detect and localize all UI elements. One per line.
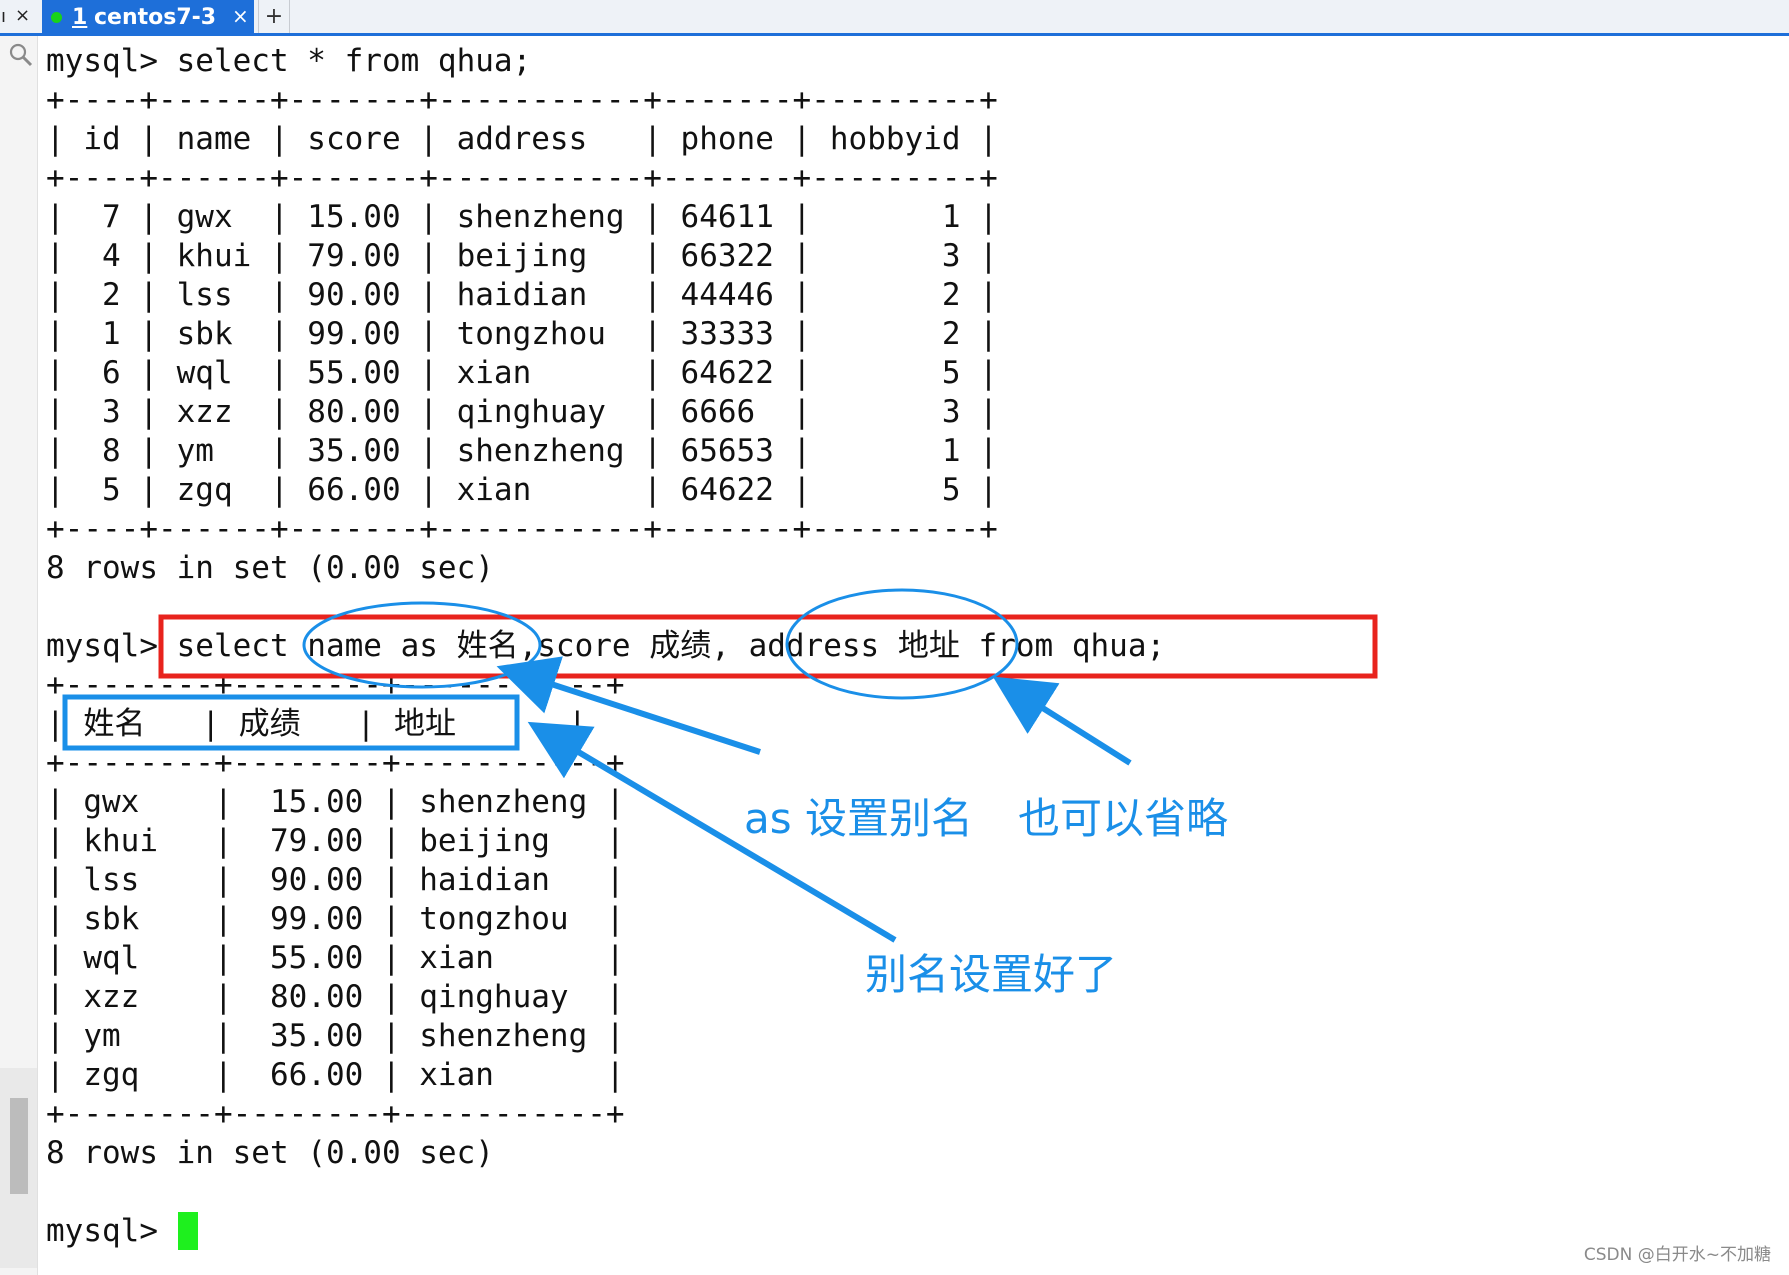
tab-left-stub[interactable]: ı ×: [0, 0, 38, 33]
terminal-line: | zgq | 66.00 | xian |: [46, 1057, 625, 1093]
terminal-line: +--------+--------+-----------+: [46, 745, 625, 781]
terminal-line: | lss | 90.00 | haidian |: [46, 862, 625, 898]
terminal-line: | wql | 55.00 | xian |: [46, 940, 625, 976]
terminal-prompt: mysql>: [46, 1213, 177, 1249]
tab-centos7-3[interactable]: 1 centos7-3 ×: [42, 0, 254, 36]
search-icon[interactable]: [8, 42, 34, 68]
terminal-line: | khui | 79.00 | beijing |: [46, 823, 625, 859]
annotation-can-omit: 也可以省略: [1018, 794, 1229, 843]
terminal-line: | xzz | 80.00 | qinghuay |: [46, 979, 625, 1015]
terminal-line: | 3 | xzz | 80.00 | qinghuay | 6666 | 3 …: [46, 394, 998, 430]
terminal-line: 8 rows in set (0.00 sec): [46, 550, 494, 586]
terminal-line: | gwx | 15.00 | shenzheng |: [46, 784, 625, 820]
tab-close-icon[interactable]: ×: [232, 4, 249, 28]
watermark: CSDN @白开水~不加糖: [1583, 1245, 1771, 1265]
terminal-line: 8 rows in set (0.00 sec): [46, 1135, 494, 1171]
tab-bar: ı × 1 centos7-3 × +: [0, 0, 1789, 36]
tab-left-mark: ı: [1, 6, 7, 27]
terminal-line: mysql> select name as 姓名,score 成绩, addre…: [46, 628, 1166, 664]
terminal-line: +----+------+-------+-----------+-------…: [46, 160, 998, 196]
terminal-line: | 4 | khui | 79.00 | beijing | 66322 | 3…: [46, 238, 998, 274]
terminal-line: | 姓名 | 成绩 | 地址 |: [46, 706, 587, 742]
left-gutter: [0, 36, 38, 1275]
terminal-line: +----+------+-------+-----------+-------…: [46, 82, 998, 118]
terminal-line: | 8 | ym | 35.00 | shenzheng | 65653 | 1…: [46, 433, 998, 469]
terminal-line: +----+------+-------+-----------+-------…: [46, 511, 998, 547]
terminal-line: | id | name | score | address | phone | …: [46, 121, 998, 157]
scrollbar-thumb[interactable]: [10, 1098, 28, 1194]
close-icon[interactable]: ×: [15, 5, 30, 26]
terminal-line: | 1 | sbk | 99.00 | tongzhou | 33333 | 2…: [46, 316, 998, 352]
terminal-line: | 2 | lss | 90.00 | haidian | 44446 | 2 …: [46, 277, 998, 313]
terminal-line: | sbk | 99.00 | tongzhou |: [46, 901, 625, 937]
terminal-line: mysql> select * from qhua;: [46, 43, 532, 79]
terminal-line: +--------+--------+-----------+: [46, 1096, 625, 1132]
connected-status-icon: [51, 12, 62, 23]
new-tab-button[interactable]: +: [258, 0, 290, 33]
annotation-as-alias: as 设置别名: [744, 794, 973, 843]
terminal-line: | 5 | zgq | 66.00 | xian | 64622 | 5 |: [46, 472, 998, 508]
tab-title: centos7-3: [94, 5, 217, 30]
terminal-line: | 6 | wql | 55.00 | xian | 64622 | 5 |: [46, 355, 998, 391]
arrow-can-omit: [992, 676, 1132, 766]
tab-number: 1: [72, 5, 88, 30]
terminal-cursor: [178, 1212, 198, 1250]
terminal-line: | 7 | gwx | 15.00 | shenzheng | 64611 | …: [46, 199, 998, 235]
terminal-line: | ym | 35.00 | shenzheng |: [46, 1018, 625, 1054]
annotation-alias-done: 别名设置好了: [865, 950, 1118, 999]
terminal-line: +--------+--------+-----------+: [46, 667, 625, 703]
